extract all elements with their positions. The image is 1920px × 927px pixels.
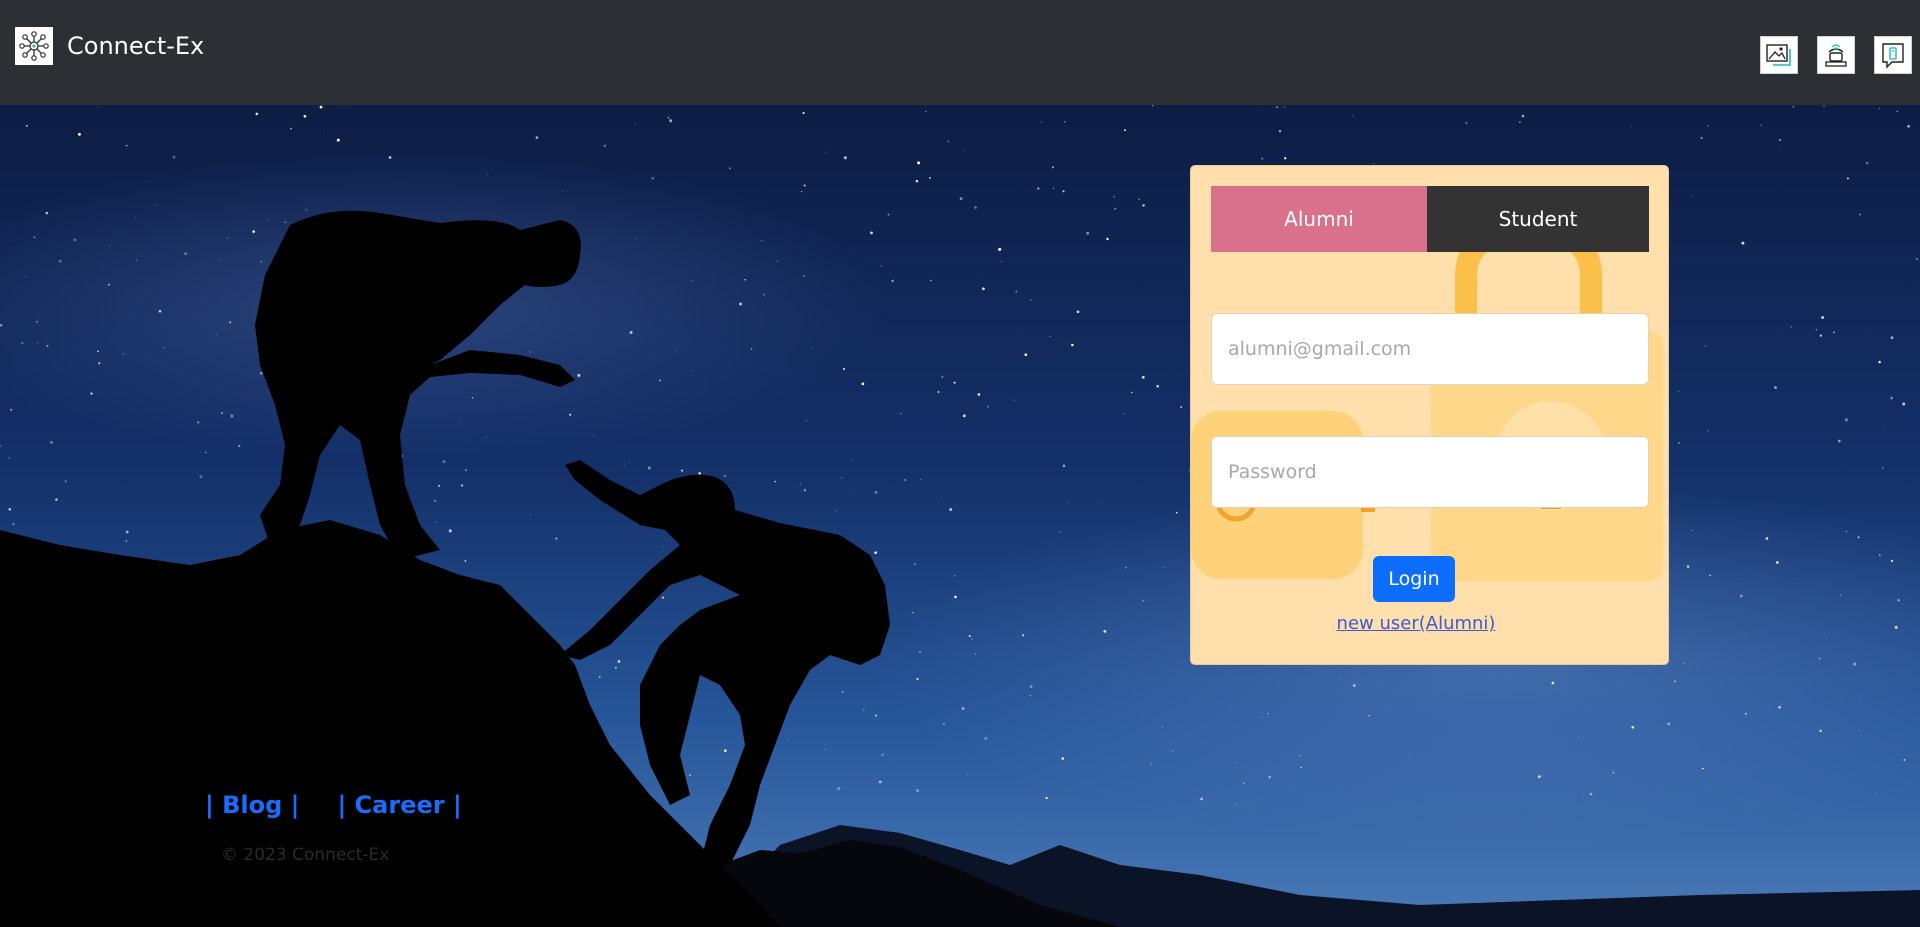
top-navbar: Connect-Ex	[0, 0, 1920, 105]
tab-alumni[interactable]: Alumni	[1211, 186, 1427, 252]
copyright-text: © 2023 Connect-Ex	[221, 845, 390, 865]
blog-link[interactable]: | Blog |	[205, 791, 299, 819]
user-type-tabs: Alumni Student	[1211, 186, 1649, 252]
email-field[interactable]	[1211, 313, 1649, 385]
login-button[interactable]: Login	[1373, 556, 1455, 602]
network-hub-icon	[15, 27, 53, 65]
login-card: Alumni Student Login new user(Alumni)	[1190, 165, 1669, 665]
new-user-alumni-link[interactable]: new user(Alumni)	[1191, 613, 1641, 634]
contact-phone-icon[interactable]	[1817, 36, 1855, 74]
password-field[interactable]	[1211, 436, 1649, 508]
gallery-icon[interactable]	[1760, 36, 1798, 74]
brand-name: Connect-Ex	[67, 32, 205, 60]
footer-links: | Blog | | Career |	[205, 791, 462, 819]
tab-student[interactable]: Student	[1427, 186, 1649, 252]
info-icon[interactable]	[1874, 36, 1912, 74]
brand[interactable]: Connect-Ex	[15, 27, 204, 65]
career-link[interactable]: | Career |	[337, 791, 461, 819]
